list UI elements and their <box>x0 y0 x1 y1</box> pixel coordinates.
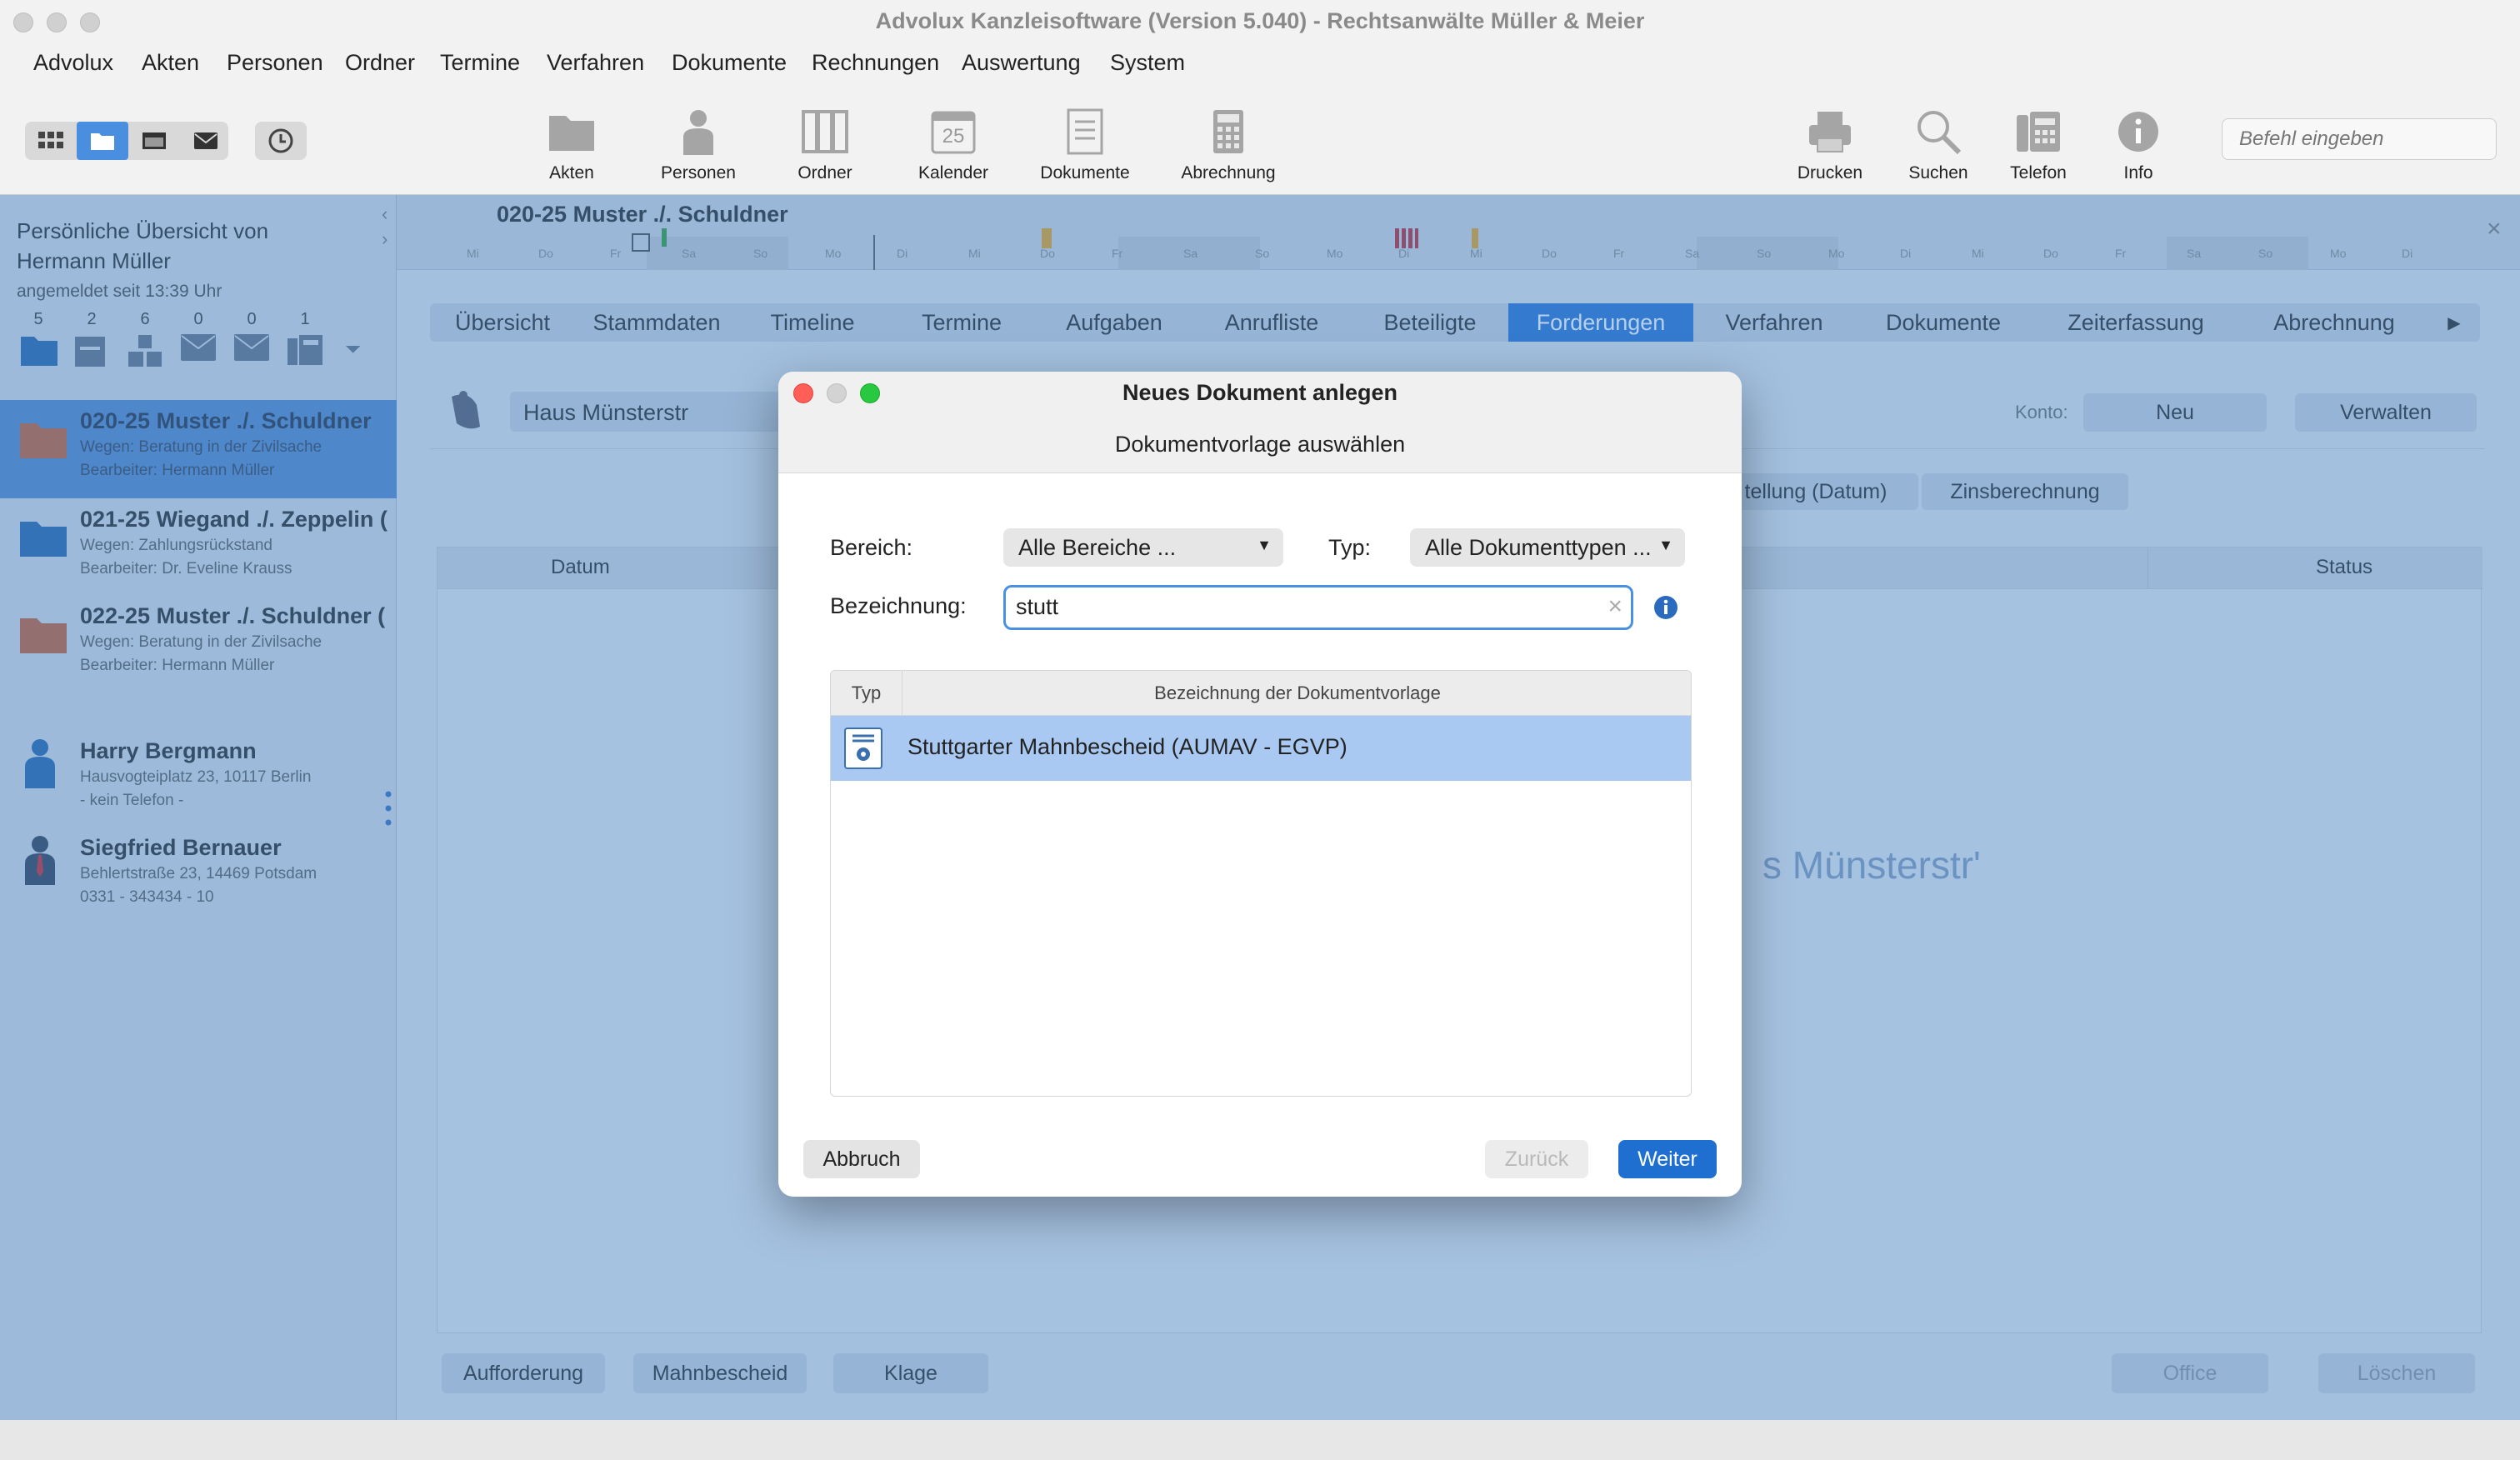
zurueck-button[interactable]: Zurück <box>1485 1140 1588 1178</box>
bereich-label: Bereich: <box>830 535 913 560</box>
calculator-icon <box>1162 107 1295 157</box>
window-bottom-edge <box>0 1420 2520 1460</box>
menu-ordner[interactable]: Ordner <box>345 50 415 76</box>
akten-label: Akten <box>549 163 594 182</box>
folder-icon <box>505 107 638 157</box>
col-bezeichnung[interactable]: Bezeichnung der Dokumentvorlage <box>902 671 1691 716</box>
dropdown-arrow-icon: ▼ <box>1658 537 1673 553</box>
calendar-icon: 25 <box>887 107 1020 157</box>
calendar-day: 25 <box>942 125 965 148</box>
menu-system[interactable]: System <box>1110 50 1185 76</box>
binders-icon <box>758 107 892 157</box>
template-table-header: Typ Bezeichnung der Dokumentvorlage <box>831 671 1691 716</box>
bezeichnung-value: stutt <box>1016 594 1059 619</box>
info-label: Info <box>2123 163 2153 182</box>
mail-view-icon[interactable] <box>180 122 232 160</box>
menu-rechnungen[interactable]: Rechnungen <box>812 50 939 76</box>
clock-icon <box>255 122 307 160</box>
clock-button[interactable] <box>255 122 307 160</box>
col-typ[interactable]: Typ <box>831 671 902 716</box>
template-name: Stuttgarter Mahnbescheid (AUMAV - EGVP) <box>908 734 1348 759</box>
menu-akten[interactable]: Akten <box>142 50 199 76</box>
menu-auswertung[interactable]: Auswertung <box>962 50 1081 76</box>
ordner-label: Ordner <box>798 163 852 182</box>
bezeichnung-input[interactable]: stutt × <box>1003 585 1633 630</box>
document-icon <box>1018 107 1152 157</box>
abbruch-button[interactable]: Abbruch <box>803 1140 920 1178</box>
typ-value: Alle Dokumenttypen ... <box>1425 535 1652 560</box>
kalender-label: Kalender <box>918 163 989 182</box>
grid-view-icon[interactable] <box>25 122 77 160</box>
typ-label: Typ: <box>1328 535 1372 560</box>
bereich-select[interactable]: Alle Bereiche ... ▼ <box>1003 528 1283 567</box>
view-switcher <box>25 122 228 160</box>
abrechnung-label: Abrechnung <box>1181 163 1276 182</box>
abrechnung-tool[interactable]: Abrechnung <box>1162 107 1295 183</box>
personen-label: Personen <box>661 163 736 182</box>
dialog-subtitle: Dokumentvorlage auswählen <box>1114 432 1406 457</box>
info-tool[interactable]: Info <box>2072 107 2205 183</box>
table-row[interactable]: Stuttgarter Mahnbescheid (AUMAV - EGVP) <box>831 716 1691 781</box>
dokumente-tool[interactable]: Dokumente <box>1018 107 1152 183</box>
dropdown-arrow-icon: ▼ <box>1257 537 1272 553</box>
menu-termine[interactable]: Termine <box>440 50 520 76</box>
akten-tool[interactable]: Akten <box>505 107 638 183</box>
template-table: Typ Bezeichnung der Dokumentvorlage Stut… <box>830 670 1692 1097</box>
dialog-title: Neues Dokument anlegen <box>1122 380 1398 405</box>
bezeichnung-label: Bezeichnung: <box>830 593 967 618</box>
menu-personen[interactable]: Personen <box>227 50 323 76</box>
dialog-header: Neues Dokument anlegen Dokumentvorlage a… <box>778 372 1742 473</box>
personen-tool[interactable]: Personen <box>632 107 765 183</box>
person-icon <box>632 107 765 157</box>
info-icon[interactable] <box>1653 595 1678 620</box>
info-icon <box>2072 107 2205 157</box>
template-doc-icon <box>844 728 882 769</box>
menu-dokumente[interactable]: Dokumente <box>672 50 787 76</box>
command-input[interactable] <box>2222 118 2497 160</box>
menu-verfahren[interactable]: Verfahren <box>547 50 644 76</box>
ordner-tool[interactable]: Ordner <box>758 107 892 183</box>
toolbar: Akten Personen Ordner 25 Kalender Dokume… <box>0 83 2520 195</box>
clear-icon[interactable]: × <box>1608 592 1622 621</box>
folder-view-icon[interactable] <box>77 122 128 160</box>
calendar-view-icon[interactable] <box>128 122 180 160</box>
dokumente-label: Dokumente <box>1040 163 1130 182</box>
menu-advolux[interactable]: Advolux <box>33 50 113 76</box>
new-document-dialog: Neues Dokument anlegen Dokumentvorlage a… <box>778 372 1742 1197</box>
window-titlebar: Advolux Kanzleisoftware (Version 5.040) … <box>0 0 2520 47</box>
bereich-value: Alle Bereiche ... <box>1018 535 1177 560</box>
kalender-tool[interactable]: 25 Kalender <box>887 107 1020 183</box>
weiter-button[interactable]: Weiter <box>1618 1140 1717 1178</box>
window-title: Advolux Kanzleisoftware (Version 5.040) … <box>875 8 1645 33</box>
menu-bar: Advolux Akten Personen Ordner Termine Ve… <box>0 47 2520 83</box>
typ-select[interactable]: Alle Dokumenttypen ... ▼ <box>1410 528 1685 567</box>
